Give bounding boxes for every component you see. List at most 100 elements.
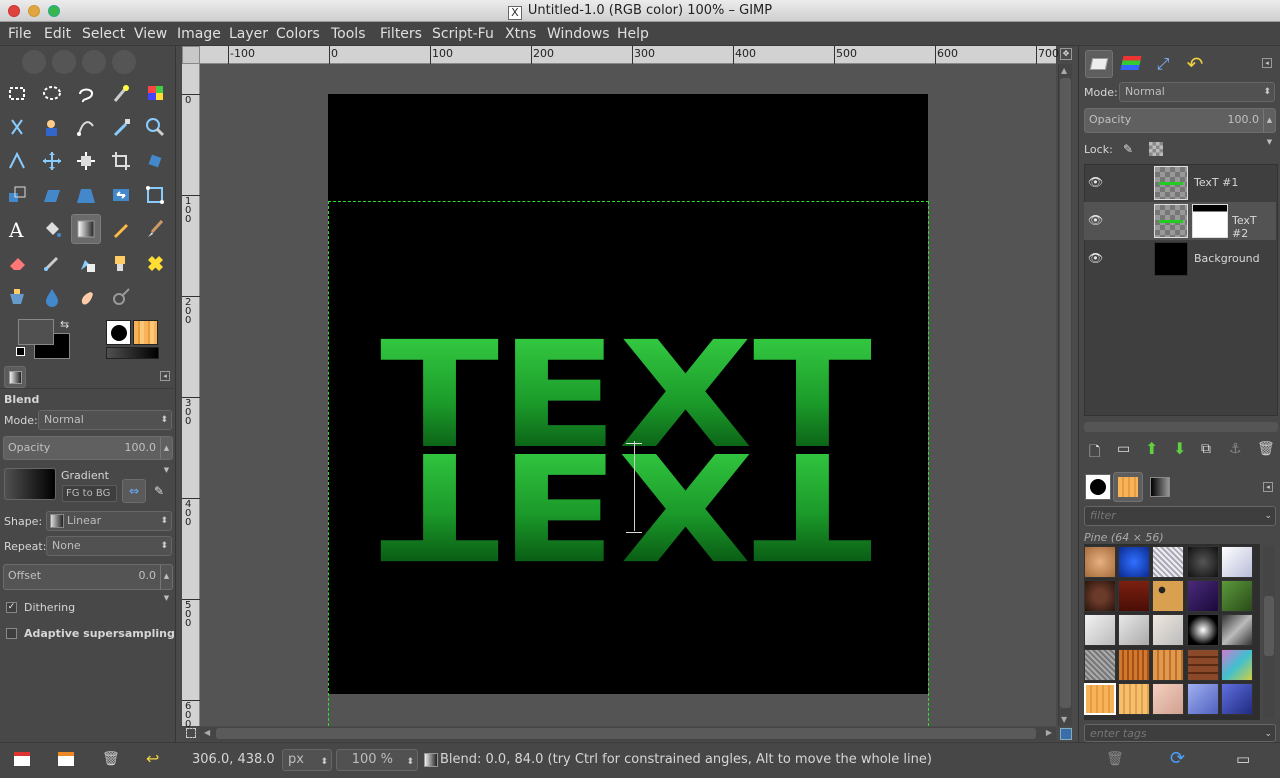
vertical-ruler[interactable]: 0 1 0 0 2 0 0 3 0 0 4 0 0 5 0 0 6 0 0 [182, 64, 200, 730]
tool-measure[interactable] [2, 146, 32, 176]
tool-options-restore-icon[interactable] [58, 752, 74, 766]
tool-flip[interactable] [106, 180, 136, 210]
visibility-eye-icon[interactable]: 👁 [1088, 213, 1103, 227]
menu-help[interactable]: Help [617, 26, 649, 42]
tool-paintbrush[interactable] [140, 214, 170, 244]
lock-alpha-icon[interactable] [1149, 142, 1163, 156]
quick-mask-toggle[interactable] [186, 728, 196, 738]
menu-edit[interactable]: Edit [44, 26, 71, 42]
tool-foreground-select[interactable] [37, 112, 67, 142]
tool-blend[interactable] [71, 214, 101, 244]
tool-ellipse-select[interactable] [37, 78, 67, 108]
layer-name[interactable]: TexT #1 [1194, 176, 1238, 189]
menu-file[interactable]: File [8, 26, 31, 42]
menu-xtns[interactable]: Xtns [505, 26, 536, 42]
scroll-left-icon[interactable]: ◀ [204, 728, 210, 737]
pattern-swatch[interactable] [1084, 580, 1116, 613]
tab-channels[interactable] [1117, 50, 1145, 78]
tool-zoom[interactable] [140, 112, 170, 142]
tool-perspective[interactable] [71, 180, 101, 210]
tool-color-picker[interactable] [106, 112, 136, 142]
tool-lasso[interactable] [71, 78, 101, 108]
new-layer-group-icon[interactable]: ▭ [1117, 441, 1130, 457]
tool-options-save-icon[interactable] [14, 752, 30, 766]
panel-menu-icon[interactable]: ◂ [1262, 58, 1272, 68]
layer-thumbnail[interactable] [1154, 242, 1188, 276]
navigate-icon[interactable]: ✥ [1060, 48, 1072, 60]
zoom-dropdown[interactable]: 100 % ⬍ [336, 749, 418, 771]
tool-heal[interactable] [140, 248, 170, 278]
spin-arrows-icon[interactable]: ▲ ▼ [1263, 109, 1275, 146]
tab-tool-options[interactable] [4, 366, 26, 388]
adaptive-supersampling-checkbox[interactable] [6, 628, 17, 639]
tags-input[interactable]: enter tags ⌄ [1084, 724, 1276, 742]
menu-filters[interactable]: Filters [380, 26, 422, 42]
pattern-swatch[interactable] [1152, 614, 1185, 647]
gradient-preview[interactable] [4, 468, 56, 500]
tool-cage[interactable] [140, 180, 170, 210]
patterns-vscroll[interactable] [1263, 546, 1275, 718]
tool-pencil[interactable] [106, 214, 136, 244]
tool-crop[interactable] [106, 146, 136, 176]
tab-layers[interactable] [1085, 50, 1113, 78]
swap-colors-icon[interactable]: ⇆ [60, 318, 69, 331]
offset-slider[interactable]: Offset 0.0 ▲ ▼ [3, 564, 173, 602]
close-window-button[interactable] [8, 5, 20, 17]
tool-text[interactable]: A [2, 214, 32, 244]
delete-layer-icon[interactable]: 🗑 [1257, 441, 1275, 457]
horizontal-scrollbar[interactable]: ◀ ▶ [200, 727, 1056, 741]
default-colors-icon[interactable] [16, 347, 25, 356]
reverse-gradient-button[interactable]: ⇔ [122, 479, 146, 503]
scroll-right-icon[interactable]: ▶ [1046, 728, 1052, 737]
repeat-dropdown[interactable]: None ⬍ [46, 536, 172, 556]
tab-brushes[interactable] [1085, 474, 1111, 500]
layer-thumbnail[interactable] [1154, 166, 1188, 200]
minimize-window-button[interactable] [28, 5, 40, 17]
shape-dropdown[interactable]: Linear ⬍ [46, 511, 172, 531]
tool-dodge-burn[interactable] [106, 282, 136, 312]
pattern-swatch[interactable] [1084, 648, 1116, 681]
layer-mode-dropdown[interactable]: Normal ⬍ [1119, 82, 1275, 102]
tool-perspective-clone[interactable] [2, 282, 32, 312]
menu-windows[interactable]: Windows [547, 26, 610, 42]
open-folder-icon[interactable]: ▭ [1236, 750, 1250, 768]
pattern-swatch[interactable] [1220, 682, 1253, 715]
pattern-swatch[interactable] [1118, 546, 1151, 578]
pattern-swatch[interactable] [1186, 614, 1219, 647]
pattern-swatch[interactable] [1186, 580, 1219, 613]
tab-patterns[interactable] [1113, 472, 1143, 502]
menu-scriptfu[interactable]: Script-Fu [432, 26, 494, 42]
tool-by-color-select[interactable] [140, 78, 170, 108]
pattern-swatch[interactable] [1220, 546, 1253, 578]
pattern-swatch[interactable] [1152, 682, 1185, 715]
pattern-swatch[interactable] [1084, 614, 1116, 647]
pattern-swatch[interactable] [1084, 682, 1116, 715]
tool-move[interactable] [37, 146, 67, 176]
pattern-swatch[interactable] [1220, 580, 1253, 613]
pattern-swatch[interactable] [1186, 648, 1219, 681]
pattern-swatch[interactable] [1118, 580, 1151, 613]
edit-gradient-icon[interactable]: ✎ [154, 484, 164, 498]
pattern-swatch[interactable] [1118, 682, 1151, 715]
tool-rotate[interactable] [140, 146, 170, 176]
tool-clone[interactable] [106, 248, 136, 278]
gradient-name[interactable]: FG to BG [62, 485, 117, 502]
scroll-up-icon[interactable]: ▲ [1061, 66, 1067, 75]
spin-arrows-icon[interactable]: ▲ ▼ [160, 437, 172, 474]
layer-thumbnail[interactable] [1154, 204, 1188, 238]
mode-dropdown[interactable]: Normal ⬍ [38, 410, 172, 430]
tab-gradients[interactable] [1147, 474, 1173, 500]
scroll-down-icon[interactable]: ▼ [1061, 715, 1067, 724]
menu-select[interactable]: Select [82, 26, 125, 42]
ruler-corner[interactable] [182, 46, 200, 64]
pattern-filter-input[interactable]: filter ⌄ [1084, 506, 1276, 526]
pattern-swatch[interactable] [1220, 614, 1253, 647]
menu-tools[interactable]: Tools [331, 26, 366, 42]
vertical-scrollbar[interactable]: ▲ ▼ [1058, 64, 1072, 726]
pattern-swatch[interactable] [1186, 682, 1219, 715]
layer-row[interactable]: 👁 Background [1084, 240, 1276, 278]
layer-name[interactable]: TexT #2 [1232, 214, 1276, 240]
layer-row[interactable]: 👁 TexT #1 [1084, 164, 1276, 202]
gradient-indicator[interactable] [106, 347, 159, 359]
opacity-slider[interactable]: Opacity 100.0 ▲ ▼ [3, 436, 173, 474]
